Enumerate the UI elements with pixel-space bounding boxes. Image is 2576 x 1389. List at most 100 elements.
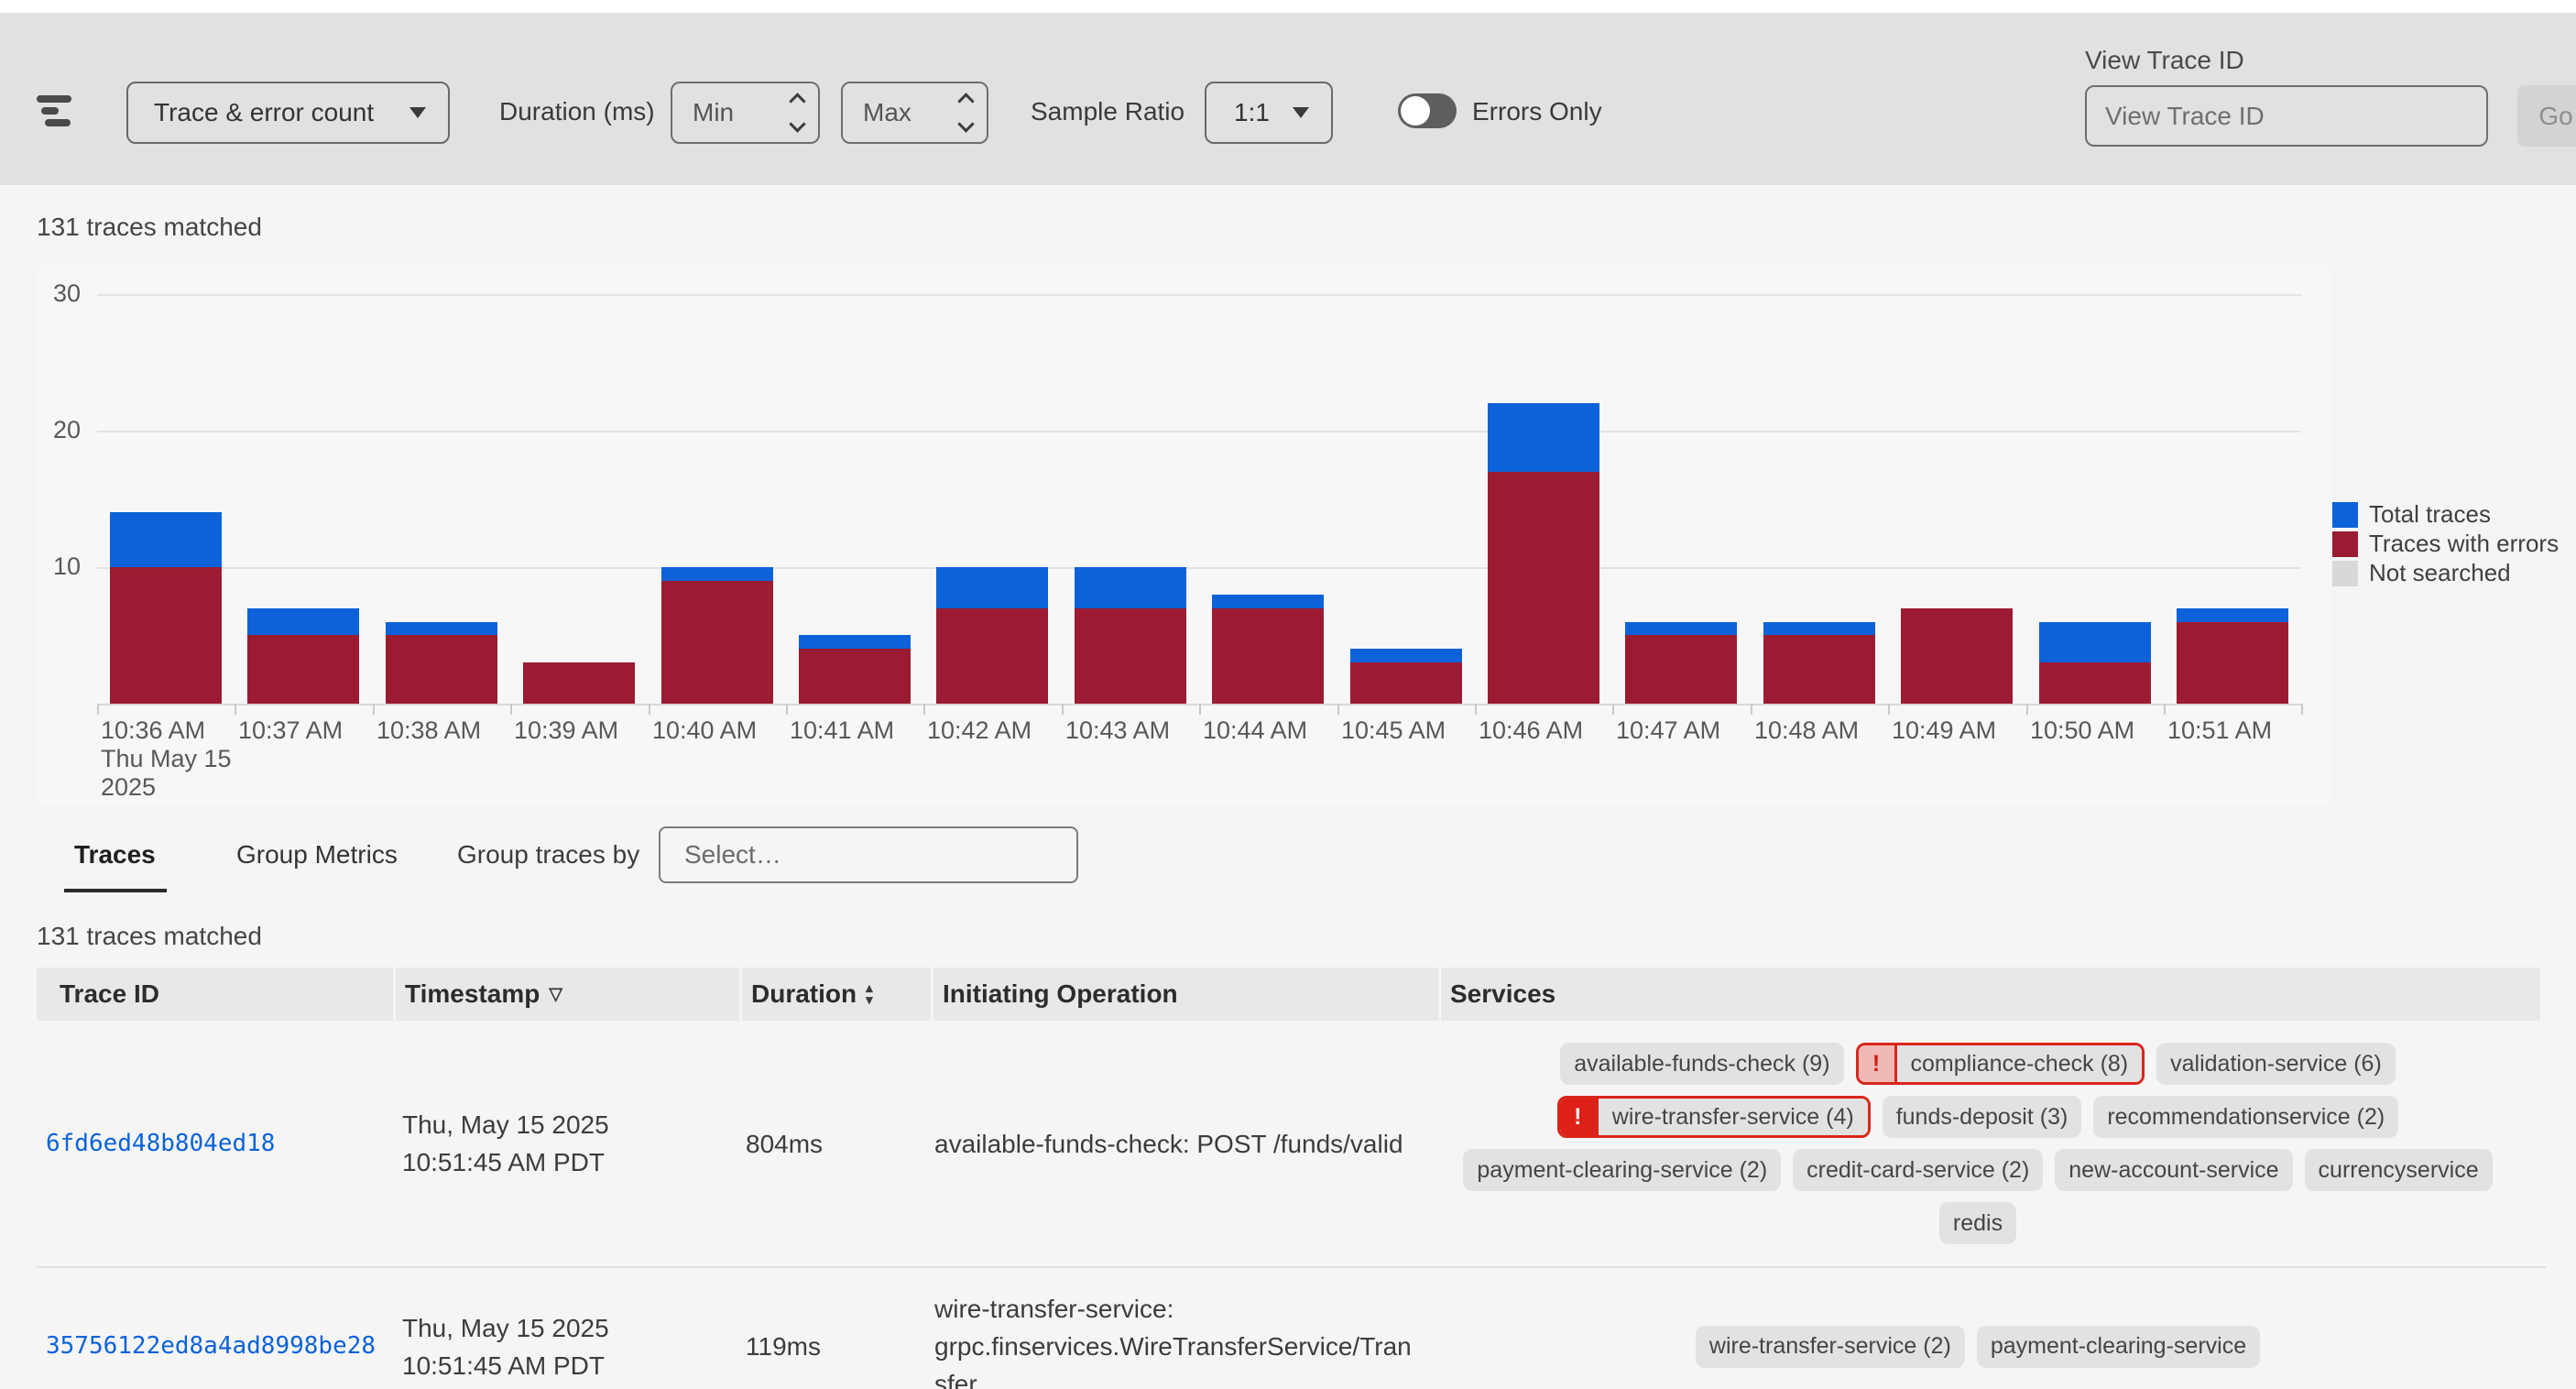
x-axis-tick-label: 10:49 AM bbox=[1892, 716, 1996, 745]
group-traces-by-label: Group traces by bbox=[457, 840, 639, 869]
bar-errors-10:49 AM[interactable] bbox=[1901, 608, 2013, 704]
tab-traces-underline bbox=[64, 889, 167, 892]
x-axis-tick bbox=[1612, 704, 1614, 715]
x-axis-tick-label: 10:41 AM bbox=[790, 716, 894, 745]
x-axis-tick bbox=[2164, 704, 2166, 715]
service-chip[interactable]: funds-deposit (3) bbox=[1883, 1096, 2082, 1138]
x-axis-tick bbox=[97, 704, 99, 715]
bar-errors-10:46 AM[interactable] bbox=[1488, 472, 1599, 704]
bar-errors-10:36 AM[interactable] bbox=[110, 567, 222, 704]
x-axis-tick-label: 10:47 AM bbox=[1616, 716, 1720, 745]
bar-errors-10:37 AM[interactable] bbox=[247, 635, 359, 704]
x-axis-tick-label: 10:39 AM bbox=[514, 716, 618, 745]
table-row: 35756122ed8a4ad8998be28 Thu, May 15 20251… bbox=[37, 1268, 2546, 1389]
bar-total-10:46 AM[interactable] bbox=[1488, 403, 1599, 472]
bar-errors-10:50 AM[interactable] bbox=[2039, 662, 2151, 704]
bar-total-10:48 AM[interactable] bbox=[1763, 622, 1875, 635]
header-duration[interactable]: Duration ▴▾ bbox=[742, 968, 931, 1021]
x-axis-tick bbox=[510, 704, 512, 715]
bar-errors-10:40 AM[interactable] bbox=[661, 581, 773, 704]
chart-legend: Total tracesTraces with errorsNot search… bbox=[2332, 501, 2559, 589]
y-axis-tick-label: 30 bbox=[16, 279, 81, 308]
group-by-placeholder: Select… bbox=[684, 840, 781, 869]
x-axis-tick bbox=[1199, 704, 1201, 715]
trace-id-cell: 35756122ed8a4ad8998be28 bbox=[37, 1268, 393, 1389]
service-chip[interactable]: payment-clearing-service (2) bbox=[1463, 1149, 1781, 1191]
x-axis-tick bbox=[2026, 704, 2028, 715]
y-axis-tick-label: 10 bbox=[16, 552, 81, 581]
services-cell: wire-transfer-service (2) payment-clearin… bbox=[1430, 1268, 2529, 1389]
x-axis-tick bbox=[1062, 704, 1064, 715]
bar-errors-10:42 AM[interactable] bbox=[936, 608, 1048, 704]
bar-total-10:40 AM[interactable] bbox=[661, 567, 773, 581]
service-chip[interactable]: validation-service (6) bbox=[2156, 1043, 2396, 1085]
bar-errors-10:45 AM[interactable] bbox=[1350, 662, 1462, 704]
x-axis-tick-label: 10:36 AMThu May 152025 bbox=[101, 716, 232, 802]
bar-total-10:51 AM[interactable] bbox=[2177, 608, 2288, 622]
bar-total-10:36 AM[interactable] bbox=[110, 512, 222, 567]
service-chip[interactable]: credit-card-service (2) bbox=[1793, 1149, 2043, 1191]
bar-total-10:38 AM[interactable] bbox=[386, 622, 497, 635]
bar-total-10:47 AM[interactable] bbox=[1625, 622, 1737, 635]
bar-total-10:50 AM[interactable] bbox=[2039, 622, 2151, 662]
bar-total-10:44 AM[interactable] bbox=[1212, 595, 1324, 608]
error-badge-icon: ! bbox=[1859, 1045, 1897, 1082]
x-axis-tick-label: 10:40 AM bbox=[652, 716, 757, 745]
bar-errors-10:39 AM[interactable] bbox=[523, 662, 635, 704]
bar-errors-10:44 AM[interactable] bbox=[1212, 608, 1324, 704]
bar-total-10:42 AM[interactable] bbox=[936, 567, 1048, 608]
bar-errors-10:48 AM[interactable] bbox=[1763, 635, 1875, 704]
initiating-operation-cell: wire-transfer-service: grpc.finservices.… bbox=[925, 1268, 1430, 1389]
service-chip[interactable]: redis bbox=[1939, 1202, 2016, 1244]
matched-count-table: 131 traces matched bbox=[37, 922, 262, 951]
bar-errors-10:43 AM[interactable] bbox=[1075, 608, 1186, 704]
bar-total-10:41 AM[interactable] bbox=[799, 635, 911, 649]
service-chip[interactable]: recommendationservice (2) bbox=[2093, 1096, 2398, 1138]
bar-total-10:37 AM[interactable] bbox=[247, 608, 359, 635]
bar-errors-10:51 AM[interactable] bbox=[2177, 622, 2288, 704]
gridline bbox=[97, 294, 2301, 296]
traces-table: Trace ID Timestamp ▽ Duration ▴▾ Initiat… bbox=[37, 968, 2546, 1389]
header-services: Services bbox=[1441, 968, 2540, 1021]
bar-errors-10:38 AM[interactable] bbox=[386, 635, 497, 704]
legend-swatch bbox=[2332, 561, 2358, 586]
service-chip-error[interactable]: !compliance-check (8) bbox=[1856, 1043, 2145, 1085]
x-axis-tick bbox=[923, 704, 925, 715]
service-chip[interactable]: payment-clearing-service bbox=[1977, 1326, 2260, 1368]
y-axis-tick-label: 20 bbox=[16, 416, 81, 444]
tab-traces[interactable]: Traces bbox=[74, 840, 156, 869]
legend-swatch bbox=[2332, 502, 2358, 528]
trace-id-link[interactable]: 35756122ed8a4ad8998be28 bbox=[46, 1328, 380, 1365]
service-chip-error[interactable]: !wire-transfer-service (4) bbox=[1557, 1096, 1871, 1138]
traces-bar-chart: 10203010:36 AMThu May 15202510:37 AM10:3… bbox=[0, 0, 2576, 825]
service-chip[interactable]: currencyservice bbox=[2305, 1149, 2493, 1191]
bar-errors-10:47 AM[interactable] bbox=[1625, 635, 1737, 704]
trace-id-link[interactable]: 6fd6ed48b804ed18 bbox=[46, 1125, 380, 1163]
x-axis-tick-label: 10:45 AM bbox=[1341, 716, 1446, 745]
x-axis-tick bbox=[786, 704, 788, 715]
bar-total-10:45 AM[interactable] bbox=[1350, 649, 1462, 662]
group-traces-by-select[interactable]: Select… bbox=[659, 826, 1078, 883]
legend-label: Total traces bbox=[2369, 500, 2491, 529]
sort-both-icon: ▴▾ bbox=[866, 982, 873, 1006]
service-chip[interactable]: wire-transfer-service (2) bbox=[1696, 1326, 1965, 1368]
gridline bbox=[97, 431, 2301, 432]
x-axis-tick-label: 10:48 AM bbox=[1754, 716, 1859, 745]
bar-total-10:43 AM[interactable] bbox=[1075, 567, 1186, 608]
service-chip[interactable]: new-account-service bbox=[2055, 1149, 2292, 1191]
bar-errors-10:41 AM[interactable] bbox=[799, 649, 911, 704]
legend-item: Total traces bbox=[2332, 501, 2559, 528]
service-chip[interactable]: available-funds-check (9) bbox=[1560, 1043, 1843, 1085]
legend-swatch bbox=[2332, 531, 2358, 557]
x-axis-tick-label: 10:38 AM bbox=[377, 716, 481, 745]
table-body: 6fd6ed48b804ed18 Thu, May 15 202510:51:45… bbox=[37, 1021, 2546, 1389]
x-axis-tick bbox=[649, 704, 650, 715]
duration-cell: 804ms bbox=[737, 1021, 925, 1266]
duration-cell: 119ms bbox=[737, 1268, 925, 1389]
timestamp-cell: Thu, May 15 202510:51:45 AM PDT bbox=[393, 1021, 737, 1266]
trace-id-cell: 6fd6ed48b804ed18 bbox=[37, 1021, 393, 1266]
header-timestamp[interactable]: Timestamp ▽ bbox=[396, 968, 739, 1021]
x-axis-tick bbox=[235, 704, 236, 715]
timestamp-cell: Thu, May 15 202510:51:45 AM PDT bbox=[393, 1268, 737, 1389]
tab-group-metrics[interactable]: Group Metrics bbox=[236, 840, 398, 869]
